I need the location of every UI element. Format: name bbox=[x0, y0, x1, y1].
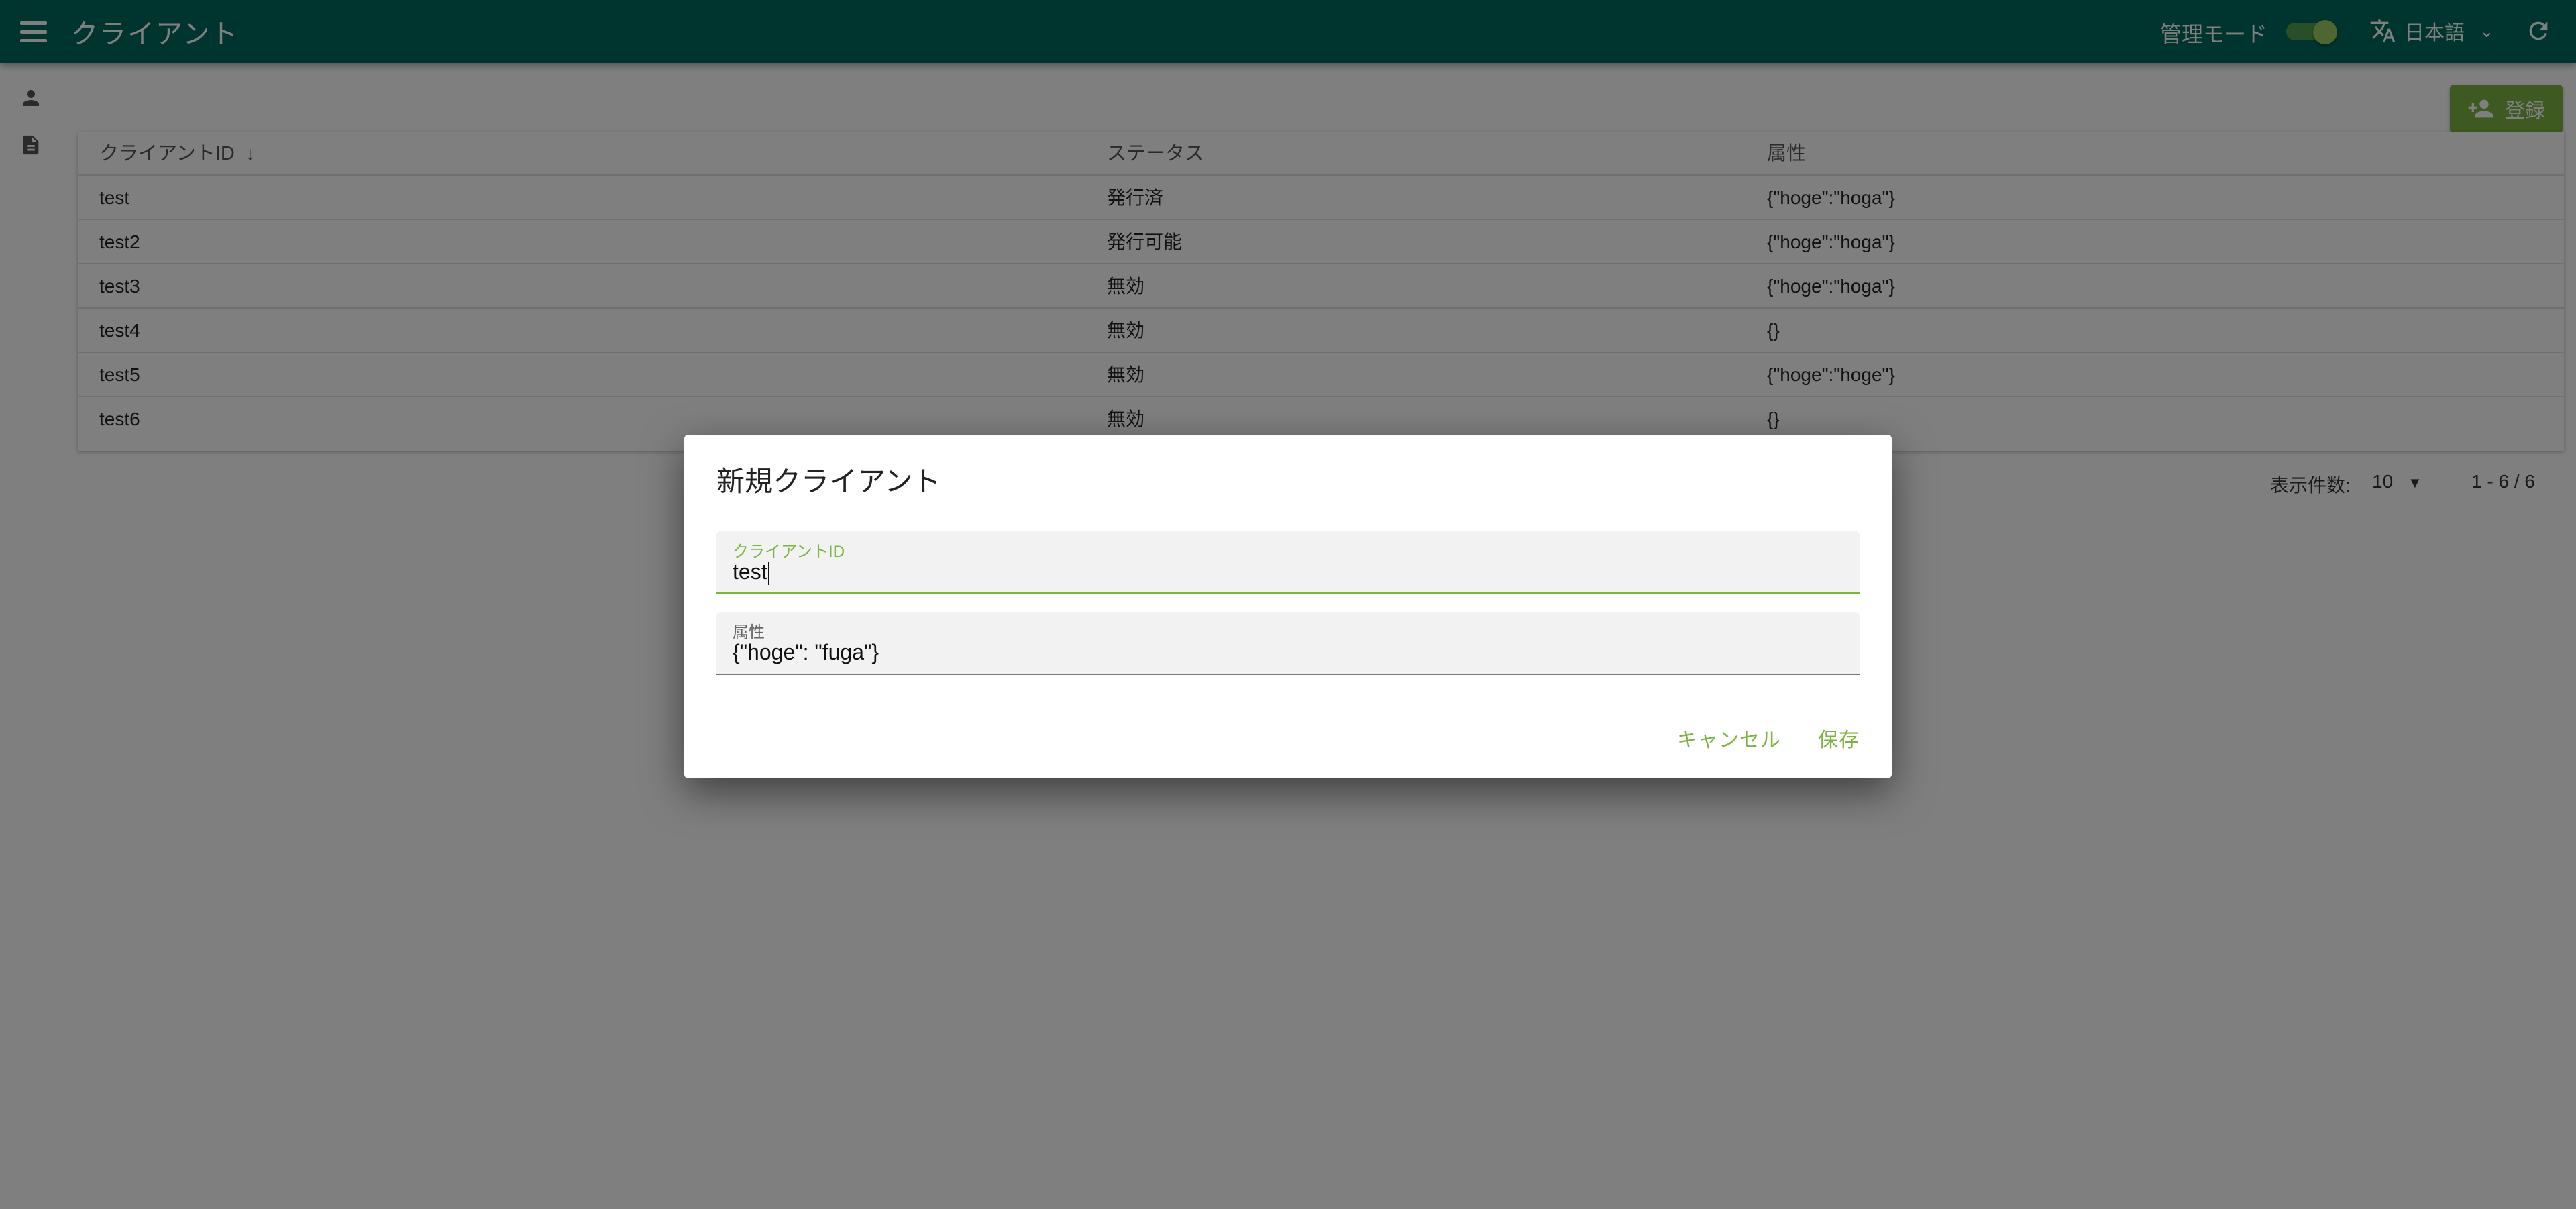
client-id-input[interactable]: test bbox=[733, 560, 769, 585]
attributes-label: 属性 bbox=[733, 623, 765, 641]
attributes-input[interactable]: {"hoge": "fuga"} bbox=[733, 640, 879, 665]
dialog-title: 新規クライアント bbox=[716, 466, 941, 497]
new-client-dialog: 新規クライアント クライアントID test 属性 {"hoge": "fuga… bbox=[684, 435, 1892, 778]
client-id-field[interactable]: クライアントID test bbox=[716, 531, 1860, 594]
attributes-field[interactable]: 属性 {"hoge": "fuga"} bbox=[716, 612, 1860, 675]
save-button[interactable]: 保存 bbox=[1818, 723, 1860, 753]
cancel-button[interactable]: キャンセル bbox=[1677, 723, 1781, 753]
client-id-label: クライアントID bbox=[733, 543, 845, 561]
